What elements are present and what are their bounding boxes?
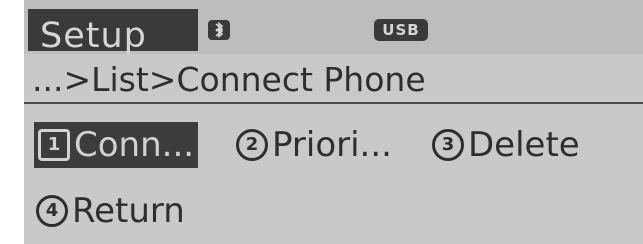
menu-item-label: Priori... [272,125,392,165]
menu-item-label: Delete [468,125,580,165]
number-1-badge: 1 [38,129,70,161]
divider [24,102,643,104]
page-title: Setup [40,16,147,56]
menu-item-delete[interactable]: 3 Delete [432,122,580,168]
usb-status-badge: USB [374,19,428,41]
number-2-badge: 2 [236,129,268,161]
menu-item-priority[interactable]: 2 Priori... [236,122,392,168]
menu-item-return[interactable]: 4 Return [36,188,185,234]
menu-item-connect[interactable]: 1 Conn... [34,122,199,168]
status-bar: Setup USB [24,0,643,54]
bluetooth-icon [208,20,230,40]
number-4-badge: 4 [36,195,68,227]
breadcrumb: ...>List>Connect Phone [32,60,426,99]
number-3-badge: 3 [432,129,464,161]
menu-item-label: Conn... [74,125,195,165]
title-box: Setup [28,9,198,56]
head-unit-screen: Setup USB ...>List>Connect Phone 1 Conn.… [24,0,643,244]
menu-item-label: Return [72,191,185,231]
